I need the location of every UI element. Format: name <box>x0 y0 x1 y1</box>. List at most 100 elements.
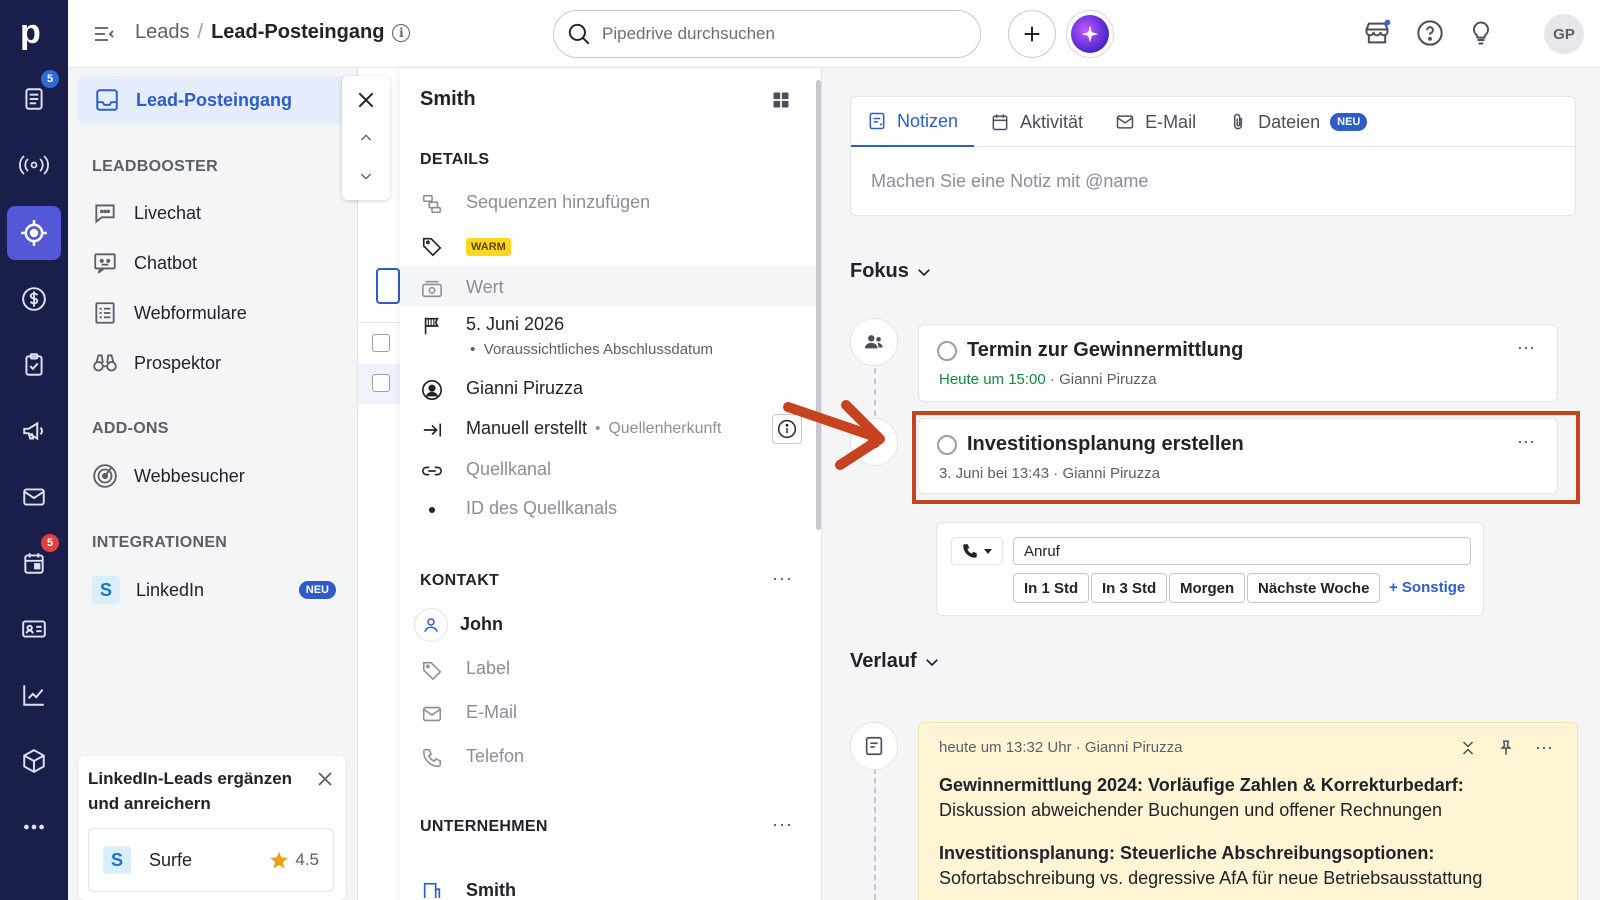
annotation-highlight-box <box>912 411 1580 504</box>
promo-close-button[interactable] <box>316 770 334 788</box>
nav-deals[interactable] <box>7 272 61 326</box>
company-row[interactable]: Smith <box>420 880 800 898</box>
next-lead-button[interactable] <box>358 168 374 184</box>
activity-title[interactable]: Termin zur Gewinnermittlung <box>967 339 1243 362</box>
company-more-button[interactable]: ··· <box>772 814 793 835</box>
owner-row[interactable]: Gianni Piruzza <box>420 378 800 402</box>
nav-campaigns[interactable] <box>7 138 61 192</box>
note-card[interactable]: heute um 13:32 Uhr · Gianni Piruzza ··· … <box>918 722 1578 900</box>
activities-badge: 5 <box>41 534 59 552</box>
quick-3h-button[interactable]: In 3 Std <box>1091 573 1168 603</box>
contact-person-row[interactable]: John <box>414 608 800 642</box>
calendar-icon <box>992 114 1008 131</box>
ai-assistant-button[interactable] <box>1066 10 1114 58</box>
nav-insights[interactable] <box>7 668 61 722</box>
close-panel-button[interactable] <box>356 90 376 110</box>
note-heading-1: Gewinnermittlung 2024: Vorläufige Zahlen… <box>939 775 1464 795</box>
nav-calendar[interactable]: 5 <box>7 534 61 590</box>
search-box[interactable] <box>553 10 981 58</box>
quick-add-button[interactable] <box>1008 10 1056 58</box>
note-more-button[interactable]: ··· <box>1535 737 1553 758</box>
customize-layout-button[interactable] <box>771 90 791 110</box>
activity-type-select[interactable] <box>951 537 1003 565</box>
tab-files[interactable]: Dateien NEU <box>1212 97 1383 147</box>
nav-products[interactable] <box>7 734 61 788</box>
sidebar-item-chatbot[interactable]: Chatbot <box>92 250 197 276</box>
source-channel-id-row[interactable]: ID des Quellkanals <box>420 498 800 522</box>
value-row[interactable]: Wert <box>420 277 800 301</box>
marketplace-button[interactable] <box>1360 16 1394 50</box>
company-heading: UNTERNEHMEN <box>420 818 548 835</box>
contact-label-row[interactable]: Label <box>420 658 800 682</box>
meeting-icon <box>850 318 898 366</box>
promo-app-card[interactable]: S Surfe 4.5 <box>88 828 334 892</box>
quick-other-link[interactable]: + Sonstige <box>1389 579 1465 596</box>
nav-mail[interactable] <box>7 470 61 524</box>
inbox-icon <box>96 89 118 111</box>
info-icon[interactable]: i <box>392 23 411 42</box>
mail-icon <box>420 702 444 726</box>
sidebar-item-linkedin[interactable]: S LinkedIn NEU <box>92 576 336 604</box>
sidebar-item-webforms[interactable]: Webformulare <box>92 300 247 326</box>
focus-heading[interactable]: Fokus <box>850 260 933 283</box>
activity-subject-input[interactable] <box>1013 537 1471 565</box>
close-date-row[interactable]: 5. Juni 2026 • Voraussichtliches Abschlu… <box>420 314 800 358</box>
rating-value: 4.5 <box>295 850 319 869</box>
company-name[interactable]: Smith <box>466 880 516 898</box>
collapse-button[interactable] <box>1459 739 1477 757</box>
activity-more-button[interactable]: ··· <box>1517 337 1535 358</box>
sequences-row[interactable]: Sequenzen hinzufügen <box>420 192 800 216</box>
note-input[interactable] <box>871 171 1551 192</box>
nav-contacts[interactable] <box>7 602 61 656</box>
contact-more-button[interactable]: ··· <box>772 568 793 589</box>
contact-name[interactable]: John <box>460 614 503 635</box>
quick-tomorrow-button[interactable]: Morgen <box>1169 573 1246 603</box>
help-button[interactable] <box>1413 16 1447 50</box>
flag-icon <box>420 314 444 338</box>
chevron-down-icon <box>360 173 372 180</box>
tips-button[interactable] <box>1464 16 1498 50</box>
source-channel-id-label: ID des Quellkanals <box>466 498 618 518</box>
activity-owner: Gianni Piruzza <box>1059 371 1157 388</box>
user-circle-icon <box>420 378 444 402</box>
breadcrumb-separator: / <box>197 21 204 43</box>
activity-card[interactable]: Termin zur Gewinnermittlung Heute um 15:… <box>918 324 1558 402</box>
row-checkbox[interactable] <box>372 374 390 392</box>
sidebar-item-livechat[interactable]: Livechat <box>92 200 201 226</box>
value-label: Wert <box>466 277 504 297</box>
source-origin-row[interactable]: Manuell erstellt • Quellenherkunft <box>420 414 802 444</box>
sidebar-item-web-visitors[interactable]: Webbesucher <box>92 463 245 489</box>
labels-row[interactable]: WARM <box>420 234 800 258</box>
source-channel-row[interactable]: Quellkanal <box>420 459 800 483</box>
user-avatar[interactable]: GP <box>1544 14 1584 54</box>
quick-next-week-button[interactable]: Nächste Woche <box>1247 573 1381 603</box>
nav-activities[interactable] <box>7 338 61 392</box>
contact-email-row[interactable]: E-Mail <box>420 702 800 726</box>
nav-leadbooster[interactable] <box>7 206 61 260</box>
row-checkbox[interactable] <box>372 334 390 352</box>
nav-campaigns-marketing[interactable] <box>7 404 61 458</box>
contact-phone-row[interactable]: Telefon <box>420 746 800 770</box>
breadcrumb-leads[interactable]: Leads <box>135 21 190 44</box>
tab-notes[interactable]: Notizen <box>851 97 975 147</box>
pipedrive-logo[interactable]: p <box>20 14 48 50</box>
quick-1h-button[interactable]: In 1 Std <box>1013 573 1090 603</box>
warm-tag[interactable]: WARM <box>466 238 511 256</box>
activity-done-checkbox[interactable] <box>937 341 957 361</box>
nav-leads[interactable]: 5 <box>7 70 61 126</box>
menu-collapse-button[interactable] <box>92 22 116 46</box>
pin-button[interactable] <box>1497 739 1515 757</box>
chatbot-icon <box>92 250 118 276</box>
previous-lead-button[interactable] <box>358 130 374 146</box>
nav-more[interactable] <box>7 800 61 854</box>
history-heading[interactable]: Verlauf <box>850 650 941 673</box>
note-text-2: Sofortabschreibung vs. degressive AfA fü… <box>939 868 1483 888</box>
tab-email[interactable]: E-Mail <box>1099 97 1212 147</box>
new-badge: NEU <box>298 581 336 599</box>
sidebar-item-lead-inbox[interactable]: Lead-Posteingang <box>78 76 350 124</box>
search-input[interactable] <box>602 24 952 44</box>
sidebar-item-label: LinkedIn <box>136 579 205 600</box>
tab-activity[interactable]: Aktivität <box>974 97 1099 147</box>
sidebar-item-prospector[interactable]: Prospektor <box>92 350 221 376</box>
lead-title[interactable]: Smith <box>420 88 476 111</box>
